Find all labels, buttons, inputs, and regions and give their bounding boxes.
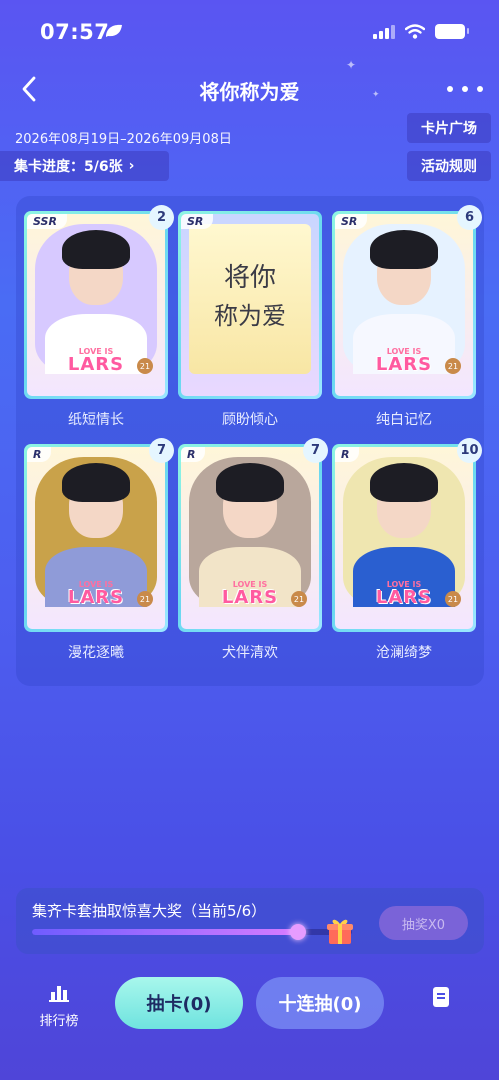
number-seal: 21 — [291, 591, 307, 607]
card-name: 纯白记忆 — [376, 412, 432, 428]
record-icon[interactable] — [428, 984, 454, 1010]
lars-logo: LOVE IS LARS — [222, 581, 278, 607]
lars-text: LARS — [221, 587, 279, 608]
signal-icon — [373, 24, 395, 39]
lottery-draw-button[interactable]: 抽奖X0 — [379, 906, 468, 940]
sparkle-icon: ✦ — [372, 90, 380, 100]
card-item[interactable]: LOVE IS LARS 21 SR 6 纯白记忆 — [332, 205, 482, 429]
chevron-right-icon: › — [128, 158, 135, 174]
bonus-progress-bar — [32, 924, 352, 940]
bottom-bar: 排行榜 抽卡(0) 十连抽(0) — [0, 966, 499, 1080]
more-dot-icon — [462, 86, 468, 92]
card-plaza-button[interactable]: 卡片广场 — [407, 113, 491, 143]
more-button[interactable] — [447, 74, 483, 104]
portrait-hair — [61, 463, 131, 502]
card-name: 顾盼倾心 — [222, 412, 278, 428]
card-inner: LOVE IS LARS 21 SSR — [27, 214, 165, 396]
rarity-tag: R — [335, 447, 360, 462]
handwriting-line-2: 称为爱 — [214, 302, 286, 330]
bonus-progress-fill — [32, 929, 298, 935]
portrait-hair — [215, 463, 285, 502]
card-item[interactable]: LOVE IS LARS 21 R 7 犬伴清欢 — [178, 438, 328, 662]
lars-text: LARS — [67, 587, 125, 608]
count-badge: 7 — [303, 438, 328, 463]
number-seal: 21 — [445, 358, 461, 374]
rarity-tag: R — [181, 447, 206, 462]
number-seal: 21 — [137, 358, 153, 374]
gift-icon — [327, 919, 353, 944]
number-seal: 21 — [137, 591, 153, 607]
wifi-icon — [405, 24, 425, 39]
leaderboard-label: 排行榜 — [39, 1014, 79, 1029]
card-frame: LOVE IS LARS 21 SR 6 — [332, 205, 482, 399]
rarity-tag: SR — [181, 214, 214, 229]
bar-chart-icon — [49, 986, 69, 1002]
card-item[interactable]: LOVE IS LARS 21 SSR 2 纸短情长 — [24, 205, 174, 429]
bonus-panel: 集齐卡套抽取惊喜大奖（当前5/6） 抽奖X0 — [16, 888, 484, 954]
card-item[interactable]: LOVE IS LARS 21 R 10 沧澜绮梦 — [332, 438, 482, 662]
card-item[interactable]: LOVE IS LARS 21 R 7 漫花逐曦 — [24, 438, 174, 662]
card-name: 沧澜绮梦 — [376, 645, 432, 661]
card-inner: LOVE IS LARS 21 R — [335, 447, 473, 629]
rarity-tag: SR — [335, 214, 368, 229]
activity-rules-button[interactable]: 活动规则 — [407, 151, 491, 181]
lars-logo: LOVE IS LARS — [68, 581, 124, 607]
battery-icon — [435, 24, 469, 39]
nav-bar: 将你称为爱 — [0, 66, 499, 112]
card-frame: LOVE IS LARS 21 R 7 — [24, 438, 174, 632]
bonus-progress-knob — [289, 924, 306, 940]
count-badge: 2 — [149, 205, 174, 230]
status-icons — [373, 24, 469, 39]
lars-logo: LOVE IS LARS — [376, 348, 432, 374]
card-name: 漫花逐曦 — [68, 645, 124, 661]
lars-logo: LOVE IS LARS — [376, 581, 432, 607]
number-seal: 21 — [445, 591, 461, 607]
card-name: 纸短情长 — [68, 412, 124, 428]
portrait-hair — [61, 230, 131, 269]
count-badge: 7 — [149, 438, 174, 463]
card-frame: 将你 称为爱 SR — [178, 211, 322, 399]
more-dot-icon — [447, 86, 453, 92]
card-name: 犬伴清欢 — [222, 645, 278, 661]
leaf-icon — [106, 24, 122, 37]
lars-logo: LOVE IS LARS — [68, 348, 124, 374]
rarity-tag: SSR — [27, 214, 67, 229]
draw-card-button[interactable]: 抽卡(0) — [115, 977, 243, 1029]
count-badge: 10 — [457, 438, 482, 463]
sparkle-icon: ✦ — [346, 58, 357, 72]
portrait-hair — [369, 463, 439, 502]
draw-ten-button[interactable]: 十连抽(0) — [256, 977, 384, 1029]
collection-progress-label: 集卡进度：5/6张 — [14, 159, 123, 175]
handwriting-line-1: 将你 — [223, 263, 276, 293]
status-time: 07:57 — [40, 20, 110, 44]
card-inner: 将你 称为爱 SR — [181, 214, 319, 396]
lars-text: LARS — [375, 587, 433, 608]
card-artwork: 将你 称为爱 — [189, 224, 311, 374]
leaderboard-button[interactable]: 排行榜 — [34, 984, 84, 1029]
card-frame: LOVE IS LARS 21 SSR 2 — [24, 205, 174, 399]
status-bar: 07:57 — [0, 0, 499, 66]
count-badge: 6 — [457, 205, 482, 230]
card-inner: LOVE IS LARS 21 R — [181, 447, 319, 629]
portrait-hair — [369, 230, 439, 269]
card-inner: LOVE IS LARS 21 SR — [335, 214, 473, 396]
rarity-tag: R — [27, 447, 52, 462]
card-frame: LOVE IS LARS 21 R 7 — [178, 438, 328, 632]
card-frame: LOVE IS LARS 21 R 10 — [332, 438, 482, 632]
bonus-label: 集齐卡套抽取惊喜大奖（当前5/6） — [32, 902, 267, 920]
date-range: 2026年08月19日–2026年09月08日 — [15, 132, 232, 147]
page-title: 将你称为爱 — [199, 80, 300, 104]
lars-text: LARS — [375, 354, 433, 375]
card-collection-panel: LOVE IS LARS 21 SSR 2 纸短情长 将你 称为爱 SR 顾盼倾… — [16, 196, 484, 686]
lars-text: LARS — [67, 354, 125, 375]
card-inner: LOVE IS LARS 21 R — [27, 447, 165, 629]
card-item[interactable]: 将你 称为爱 SR 顾盼倾心 — [178, 211, 322, 429]
more-dot-icon — [477, 86, 483, 92]
collection-progress-button[interactable]: 集卡进度：5/6张 › — [0, 151, 169, 181]
